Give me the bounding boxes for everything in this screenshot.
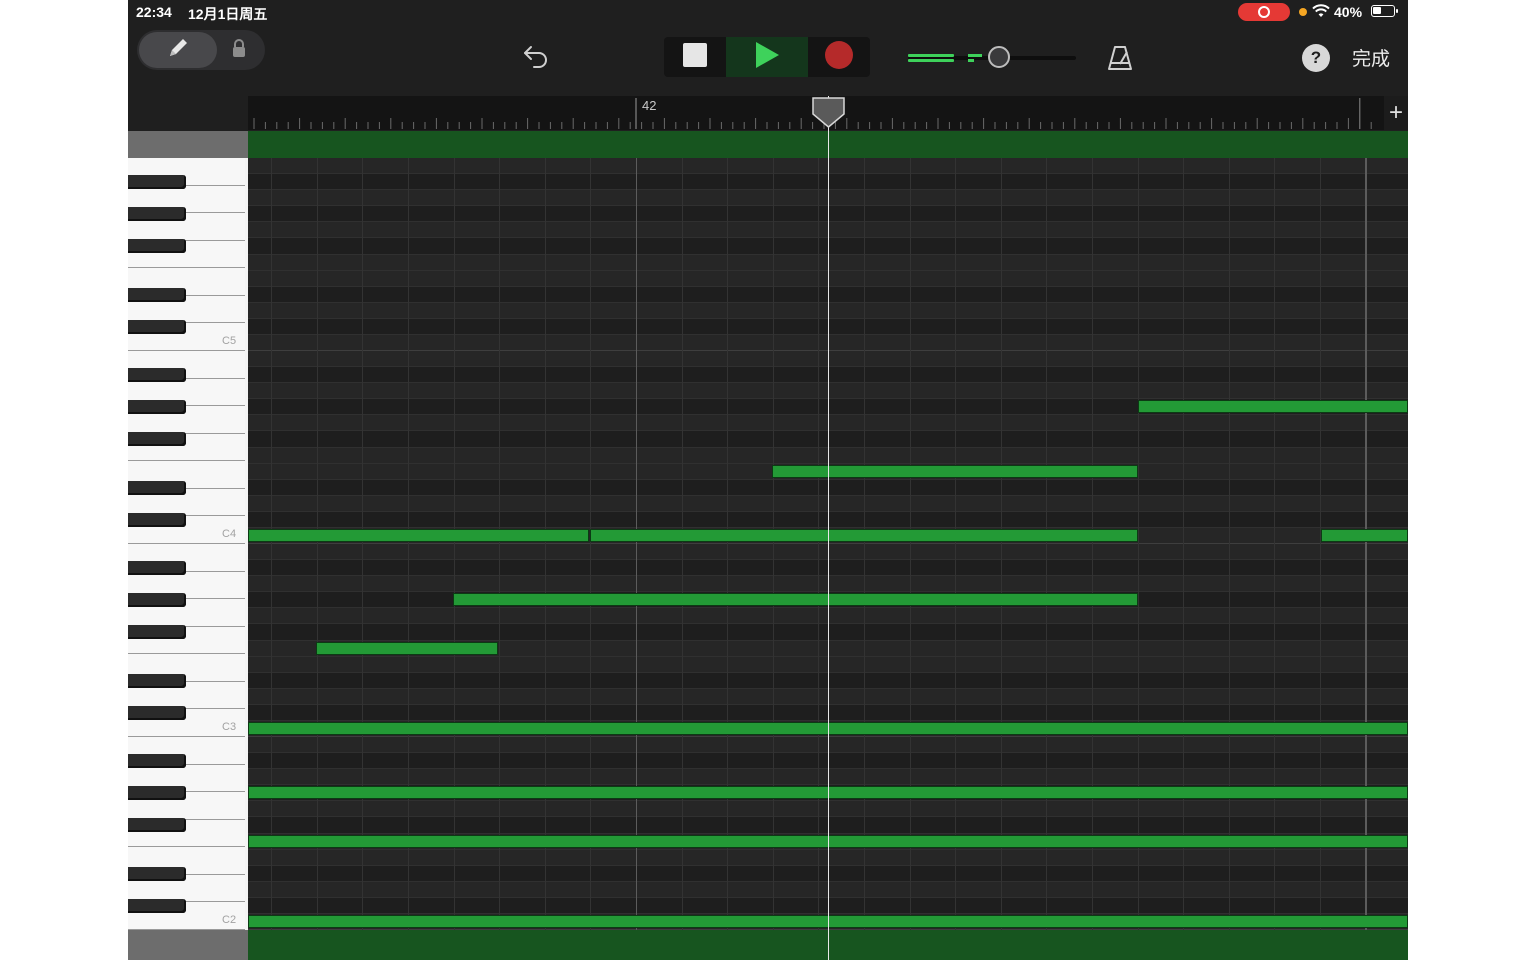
lock-icon xyxy=(231,38,247,63)
key-octave-label: C2 xyxy=(222,914,237,926)
midi-note[interactable] xyxy=(1138,400,1408,414)
grid-beat-line xyxy=(1183,158,1185,930)
help-button[interactable]: ? xyxy=(1302,44,1330,72)
bar-number: 42 xyxy=(642,98,657,113)
undo-button[interactable] xyxy=(520,42,552,74)
master-volume-slider[interactable] xyxy=(908,44,1076,70)
grid-beat-line xyxy=(1000,158,1002,930)
grid-beat-line xyxy=(1320,158,1321,930)
garageband-piano-roll: 22:34 12月1日周五 40% ? 完成 42 + C5 C4 C3 C2 xyxy=(128,0,1408,960)
lock-button[interactable] xyxy=(225,36,253,64)
metronome-icon xyxy=(1106,46,1134,76)
black-key[interactable] xyxy=(128,368,186,383)
black-key[interactable] xyxy=(128,207,186,222)
playhead-line xyxy=(828,96,829,960)
status-bar: 22:34 12月1日周五 40% xyxy=(128,0,1408,24)
stop-icon xyxy=(683,42,707,72)
midi-note[interactable] xyxy=(590,528,1138,542)
grid-beat-line xyxy=(636,158,637,930)
record-button[interactable] xyxy=(808,37,870,77)
black-key[interactable] xyxy=(128,400,186,415)
black-key[interactable] xyxy=(128,786,186,801)
level-meter-peak xyxy=(968,59,974,62)
black-key[interactable] xyxy=(128,866,186,881)
black-key[interactable] xyxy=(128,561,186,576)
level-meter-left xyxy=(908,54,954,57)
grid-beat-line xyxy=(408,158,409,930)
transport-controls xyxy=(664,37,870,77)
play-button[interactable] xyxy=(726,37,808,77)
stop-button[interactable] xyxy=(664,37,726,77)
screen-recording-icon xyxy=(1238,3,1290,21)
black-key[interactable] xyxy=(128,705,186,720)
midi-note[interactable] xyxy=(772,464,1138,478)
grid-beat-line xyxy=(1228,158,1230,930)
piano-keyboard[interactable]: C5 C4 C3 C2 xyxy=(128,158,248,930)
grid-beat-line xyxy=(1137,158,1139,930)
playhead-handle[interactable] xyxy=(812,97,845,128)
key-octave-label: C3 xyxy=(222,721,237,733)
grid-beat-line xyxy=(453,158,455,930)
pencil-button[interactable] xyxy=(139,32,217,68)
black-key[interactable] xyxy=(128,754,186,769)
done-button[interactable]: 完成 xyxy=(1352,44,1390,71)
midi-note[interactable] xyxy=(453,593,1138,607)
record-icon xyxy=(825,40,853,74)
black-key[interactable] xyxy=(128,319,186,334)
black-key[interactable] xyxy=(128,593,186,608)
grid-beat-line xyxy=(544,158,546,930)
black-key[interactable] xyxy=(128,287,186,302)
grid-beat-line xyxy=(681,158,683,930)
grid-beat-line xyxy=(955,158,957,930)
grid-beat-line xyxy=(727,158,729,930)
undo-icon xyxy=(522,43,550,74)
black-key[interactable] xyxy=(128,673,186,688)
grid-beat-line xyxy=(772,158,774,930)
grid-beat-line xyxy=(1274,158,1276,930)
grid-beat-line xyxy=(1092,158,1093,930)
grid-beat-line xyxy=(909,158,911,930)
black-key[interactable] xyxy=(128,175,186,190)
black-key[interactable] xyxy=(128,432,186,447)
key-octave-label: C4 xyxy=(222,528,237,540)
pencil-icon xyxy=(165,35,191,66)
black-key[interactable] xyxy=(128,625,186,640)
black-key[interactable] xyxy=(128,239,186,254)
midi-note[interactable] xyxy=(316,641,498,655)
privacy-indicator-icon xyxy=(1299,8,1307,16)
volume-knob[interactable] xyxy=(988,46,1010,68)
grid-beat-line xyxy=(316,158,318,930)
level-meter-peak xyxy=(968,54,982,57)
grid-beat-line xyxy=(818,158,820,930)
grid-beat-line xyxy=(271,158,273,930)
midi-note[interactable] xyxy=(248,528,589,542)
play-icon xyxy=(754,41,780,74)
region-corner-top xyxy=(128,131,248,158)
black-key[interactable] xyxy=(128,898,186,913)
metronome-button[interactable] xyxy=(1106,44,1134,72)
grid-beat-line xyxy=(1046,158,1048,930)
battery-icon xyxy=(1371,5,1398,17)
status-time: 22:34 xyxy=(136,4,172,20)
midi-note[interactable] xyxy=(1321,528,1408,542)
grid-beat-line xyxy=(864,158,865,930)
level-meter-right xyxy=(908,59,954,62)
grid-beat-line xyxy=(362,158,364,930)
black-key[interactable] xyxy=(128,512,186,527)
grid-beat-line xyxy=(590,158,592,930)
black-key[interactable] xyxy=(128,480,186,495)
grid-bar-line xyxy=(1365,158,1366,930)
edit-mode-toggle xyxy=(137,30,265,70)
wifi-icon xyxy=(1312,3,1330,22)
status-date: 12月1日周五 xyxy=(188,6,268,22)
region-corner-bottom xyxy=(128,930,248,960)
add-section-button[interactable]: + xyxy=(1384,96,1408,130)
battery-percent: 40% xyxy=(1334,4,1363,20)
black-key[interactable] xyxy=(128,818,186,833)
grid-beat-line xyxy=(499,158,501,930)
key-octave-label: C5 xyxy=(222,335,237,347)
